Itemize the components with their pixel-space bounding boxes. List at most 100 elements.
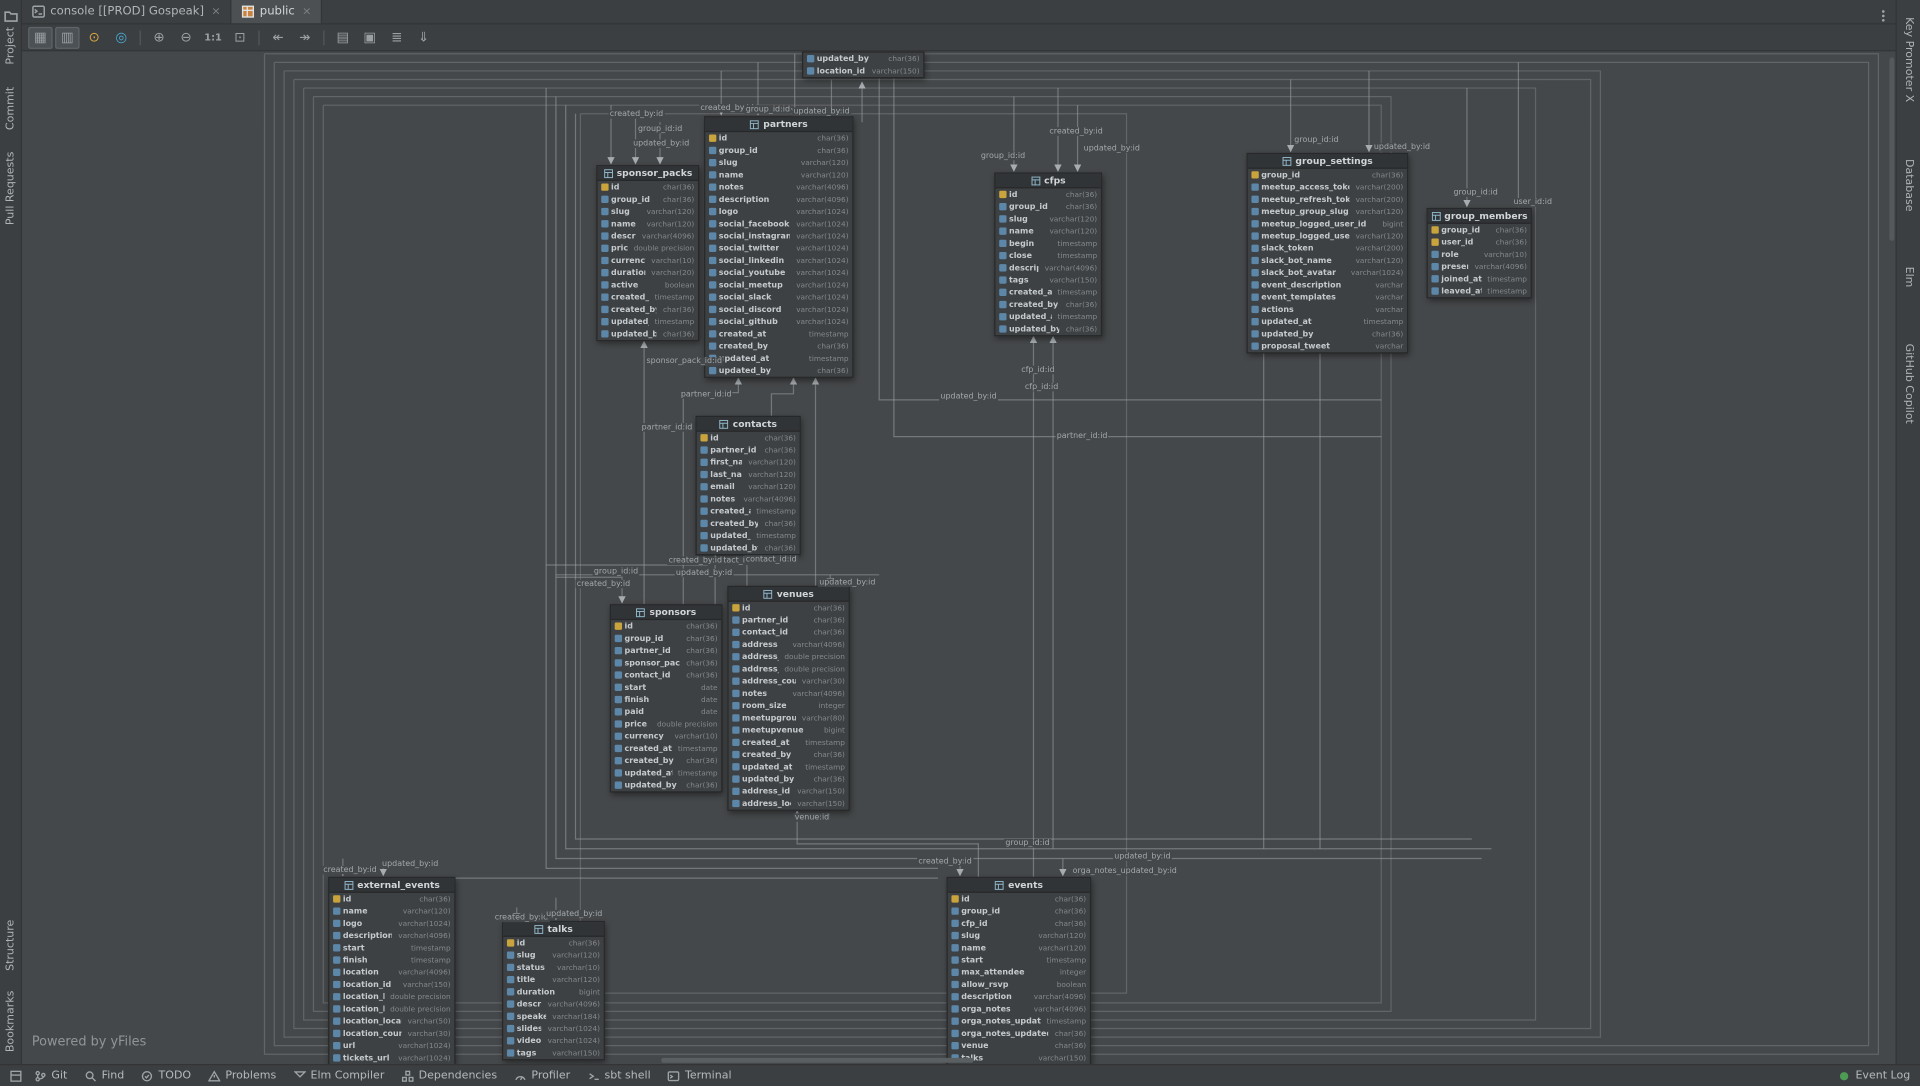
edge-label: partner_id:id (1056, 432, 1109, 441)
project-tool-icon[interactable] (3, 5, 18, 20)
find-icon (85, 1070, 97, 1082)
column-row: videovarchar(1024) (503, 1035, 603, 1047)
column-name: meetup_group_slug (1261, 207, 1349, 217)
status-item-problems[interactable]: Problems (208, 1070, 276, 1082)
column-type: char(36) (416, 895, 451, 904)
column-type: char(36) (1051, 907, 1086, 916)
column-row: emailvarchar(120) (697, 481, 800, 493)
tool-window-button-elm[interactable]: Elm (1902, 267, 1914, 288)
column-icon (951, 1005, 958, 1012)
status-item-sbt-shell[interactable]: sbt shell (587, 1070, 650, 1082)
entity-partial-top[interactable]: updated_bychar(36)location_idvarchar(150… (802, 51, 924, 78)
column-type: varchar(1024) (793, 256, 849, 265)
column-name: group_id (961, 906, 1000, 916)
column-icon (709, 269, 716, 276)
horizontal-scrollbar[interactable] (661, 1058, 973, 1063)
zoom-in-button[interactable]: ⊕ (147, 26, 171, 48)
column-row: cfp_idchar(36) (948, 917, 1090, 929)
layout-orthogonal-button[interactable]: ▣ (358, 26, 382, 48)
column-row: social_youtubevarchar(1024) (705, 267, 852, 279)
column-icon (732, 690, 739, 697)
table-icon (534, 924, 544, 934)
column-icon (333, 907, 340, 914)
vertical-scrollbar[interactable] (1889, 57, 1894, 240)
zoom-out-button[interactable]: ⊖ (174, 26, 198, 48)
table-name: sponsor_packs (617, 168, 693, 179)
kebab-menu-icon[interactable] (1876, 5, 1891, 20)
status-item-todo[interactable]: TODO (141, 1070, 191, 1082)
tool-window-button-github-copilot[interactable]: GitHub Copilot (1902, 344, 1914, 424)
column-type: timestamp (802, 738, 845, 747)
column-icon (615, 708, 622, 715)
column-name: status (517, 963, 545, 973)
tab-close-icon[interactable]: × (302, 6, 311, 18)
show-primary-keys-button[interactable]: ⊙ (82, 26, 106, 48)
diagram-canvas[interactable]: Powered by yFiles updated_bychar(36)loca… (22, 51, 1895, 1064)
column-row: social_twittervarchar(1024) (705, 242, 852, 254)
column-icon (732, 641, 739, 648)
actual-size-button[interactable]: 1:1 (201, 26, 225, 48)
tab-public[interactable]: public× (232, 0, 323, 23)
column-row: created_attimestamp (996, 286, 1101, 298)
entity-sponsor-packs[interactable]: sponsor_packsidchar(36)group_idchar(36)s… (596, 165, 699, 341)
tool-window-switcher-icon[interactable] (10, 1070, 22, 1082)
column-icon (507, 951, 514, 958)
tool-window-button-database[interactable]: Database (1902, 158, 1914, 211)
tool-window-button-project[interactable]: Project (4, 27, 16, 65)
fit-content-button[interactable]: ⊡ (228, 26, 252, 48)
entity-external-events[interactable]: external_eventsidchar(36)namevarchar(120… (328, 877, 455, 1064)
tab-console-prod-gospeak[interactable]: console [[PROD] Gospeak]× (22, 0, 232, 23)
show-foreign-keys-button[interactable]: ◎ (109, 26, 133, 48)
column-name: location_lng (343, 1004, 384, 1014)
snap-to-grid-button[interactable]: ▦ (28, 26, 52, 48)
status-item-elm-compiler[interactable]: Elm Compiler (293, 1070, 384, 1082)
tool-window-button-structure[interactable]: Structure (4, 919, 16, 970)
status-item-profiler[interactable]: Profiler (514, 1070, 570, 1082)
print-button[interactable]: ≣ (384, 26, 408, 48)
tool-window-button-commit[interactable]: Commit (4, 87, 16, 130)
save-diagram-button[interactable]: ⇓ (411, 26, 435, 48)
column-type: char(36) (814, 366, 849, 375)
column-icon (999, 203, 1006, 210)
tool-window-button-key-promoter-x[interactable]: Key Promoter X (1902, 17, 1914, 102)
status-item-label: Terminal (685, 1070, 732, 1082)
column-row: address_localityvarchar(150) (729, 797, 849, 809)
column-row: meetup_logged_user_namevarchar(120) (1248, 230, 1407, 242)
columns-view-button[interactable]: ▥ (55, 26, 79, 48)
tool-window-button-bookmarks[interactable]: Bookmarks (4, 990, 16, 1052)
column-name: active (611, 280, 638, 290)
layout-hierarchic-button[interactable]: ▤ (331, 26, 355, 48)
entity-contacts[interactable]: contactsidchar(36)partner_idchar(36)firs… (696, 416, 801, 555)
entity-group-settings[interactable]: group_settingsgroup_idchar(36)meetup_acc… (1247, 153, 1409, 354)
entity-group-members[interactable]: group_membersgroup_idchar(36)user_idchar… (1427, 208, 1532, 299)
column-type: varchar(120) (1352, 232, 1403, 241)
edge-label: contact_id:id (744, 555, 797, 564)
column-name: contact_id (742, 627, 788, 637)
status-item-find[interactable]: Find (85, 1070, 125, 1082)
todo-icon (141, 1070, 153, 1082)
status-item-event-log[interactable]: Event Log (1838, 1070, 1910, 1082)
entity-sponsors[interactable]: sponsorsidchar(36)group_idchar(36)partne… (610, 604, 723, 792)
status-item-terminal[interactable]: Terminal (668, 1070, 732, 1082)
column-type: char(36) (1368, 171, 1403, 180)
column-row: address_idvarchar(150) (729, 785, 849, 797)
column-type: char(36) (683, 756, 718, 765)
status-item-git[interactable]: Git (34, 1070, 67, 1082)
entity-partners[interactable]: partnersidchar(36)group_idchar(36)slugva… (704, 116, 853, 378)
entity-cfps[interactable]: cfpsidchar(36)group_idchar(36)slugvarcha… (994, 172, 1102, 336)
column-icon (999, 264, 1006, 271)
column-icon (700, 446, 707, 453)
collapse-nodes-button[interactable]: ↞ (266, 26, 290, 48)
column-icon (507, 1025, 514, 1032)
column-name: updated_by (742, 774, 794, 784)
tool-window-button-pull-requests[interactable]: Pull Requests (4, 152, 16, 225)
status-item-dependencies[interactable]: Dependencies (402, 1070, 498, 1082)
entity-talks[interactable]: talksidchar(36)slugvarchar(120)statusvar… (502, 921, 605, 1060)
expand-nodes-button[interactable]: ↠ (293, 26, 317, 48)
column-icon (807, 55, 814, 62)
entity-venues[interactable]: venuesidchar(36)partner_idchar(36)contac… (727, 586, 849, 811)
tab-close-icon[interactable]: × (211, 6, 220, 18)
entity-events[interactable]: eventsidchar(36)group_idchar(36)cfp_idch… (947, 877, 1091, 1064)
column-type: char(36) (814, 146, 849, 155)
column-name: description (343, 931, 392, 941)
